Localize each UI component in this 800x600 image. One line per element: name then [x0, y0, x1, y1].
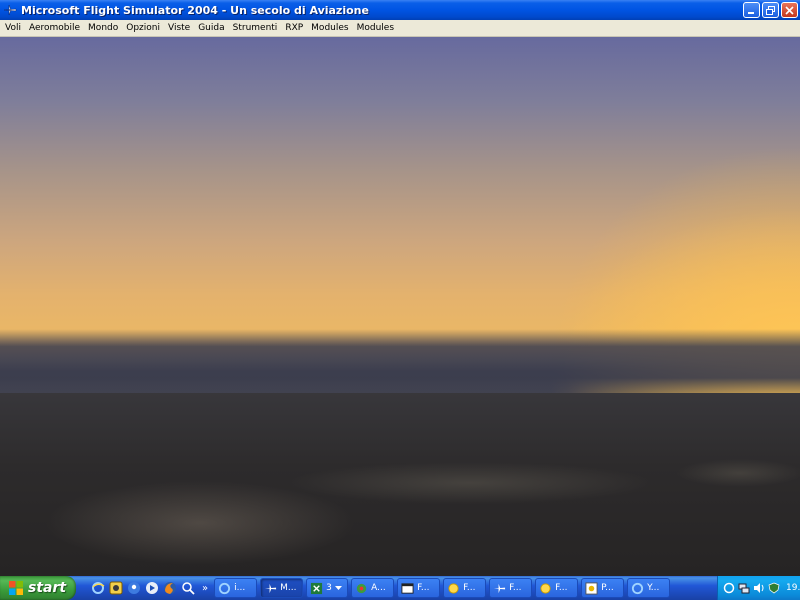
- window-icon: [401, 582, 414, 595]
- menu-modules-1[interactable]: Modules: [307, 23, 352, 33]
- quick-launch: »: [76, 576, 214, 600]
- sim-viewport[interactable]: [0, 37, 800, 576]
- messenger-icon[interactable]: [126, 581, 141, 596]
- close-icon: [785, 5, 794, 15]
- restore-button[interactable]: [762, 2, 779, 18]
- menu-voli[interactable]: Voli: [1, 23, 25, 33]
- sun-icon: [539, 582, 552, 595]
- sun-icon: [447, 582, 460, 595]
- app-icon: [355, 582, 368, 595]
- menu-viste[interactable]: Viste: [164, 23, 194, 33]
- ie-tray-icon[interactable]: [723, 582, 735, 594]
- close-button[interactable]: [781, 2, 798, 18]
- airplane-icon: [493, 582, 506, 595]
- minimize-button[interactable]: [743, 2, 760, 18]
- excel-icon: [310, 582, 323, 595]
- window-controls: [743, 2, 798, 18]
- task-button-paint[interactable]: P...: [581, 578, 625, 598]
- quick-launch-more-button[interactable]: »: [202, 583, 208, 594]
- menu-aeromobile[interactable]: Aeromobile: [25, 23, 84, 33]
- task-button-ie[interactable]: i...: [214, 578, 258, 598]
- volume-icon[interactable]: [753, 582, 765, 594]
- task-button-airplane-f3[interactable]: F...: [489, 578, 533, 598]
- menu-mondo[interactable]: Mondo: [84, 23, 122, 33]
- internet-explorer-icon: [631, 582, 644, 595]
- menu-strumenti[interactable]: Strumenti: [229, 23, 282, 33]
- windows-logo-icon: [9, 581, 23, 595]
- clock[interactable]: 19.54: [786, 583, 800, 593]
- airplane-icon: [3, 3, 17, 17]
- start-button[interactable]: start: [0, 576, 76, 600]
- system-tray: 19.54: [717, 576, 800, 600]
- chevron-down-icon: [334, 585, 342, 590]
- internet-explorer-icon[interactable]: [90, 581, 105, 596]
- start-label: start: [28, 580, 67, 596]
- task-button-excel-group[interactable]: 3: [306, 578, 349, 598]
- task-button-sun-f2[interactable]: F...: [443, 578, 487, 598]
- network-icon[interactable]: [738, 582, 750, 594]
- menu-opzioni[interactable]: Opzioni: [122, 23, 164, 33]
- task-button-app-a[interactable]: A...: [351, 578, 395, 598]
- task-button-window-f1[interactable]: F...: [397, 578, 441, 598]
- restore-icon: [766, 5, 775, 15]
- taskbar: start » i... M... 3 A... F... F... F... …: [0, 576, 800, 600]
- airplane-icon: [264, 582, 277, 595]
- window-title: Microsoft Flight Simulator 2004 - Un sec…: [21, 3, 369, 17]
- internet-explorer-icon: [218, 582, 231, 595]
- minimize-icon: [748, 11, 754, 14]
- task-button-sun-f4[interactable]: F...: [535, 578, 579, 598]
- menu-bar: Voli Aeromobile Mondo Opzioni Viste Guid…: [0, 20, 800, 37]
- search-icon[interactable]: [180, 581, 195, 596]
- media-player-icon[interactable]: [144, 581, 159, 596]
- paint-icon: [585, 581, 598, 595]
- winamp-icon[interactable]: [108, 581, 123, 596]
- task-button-ie-y[interactable]: Y...: [627, 578, 671, 598]
- title-bar[interactable]: Microsoft Flight Simulator 2004 - Un sec…: [0, 0, 800, 20]
- firefox-icon[interactable]: [162, 581, 177, 596]
- security-icon[interactable]: [768, 582, 780, 594]
- menu-guida[interactable]: Guida: [194, 23, 228, 33]
- menu-modules-2[interactable]: Modules: [353, 23, 398, 33]
- horizon-haze: [0, 329, 800, 399]
- task-button-flightsim[interactable]: M...: [260, 578, 304, 598]
- ground-terrain: [0, 393, 800, 576]
- menu-rxp[interactable]: RXP: [281, 23, 307, 33]
- task-buttons: i... M... 3 A... F... F... F... F... P..…: [214, 576, 671, 600]
